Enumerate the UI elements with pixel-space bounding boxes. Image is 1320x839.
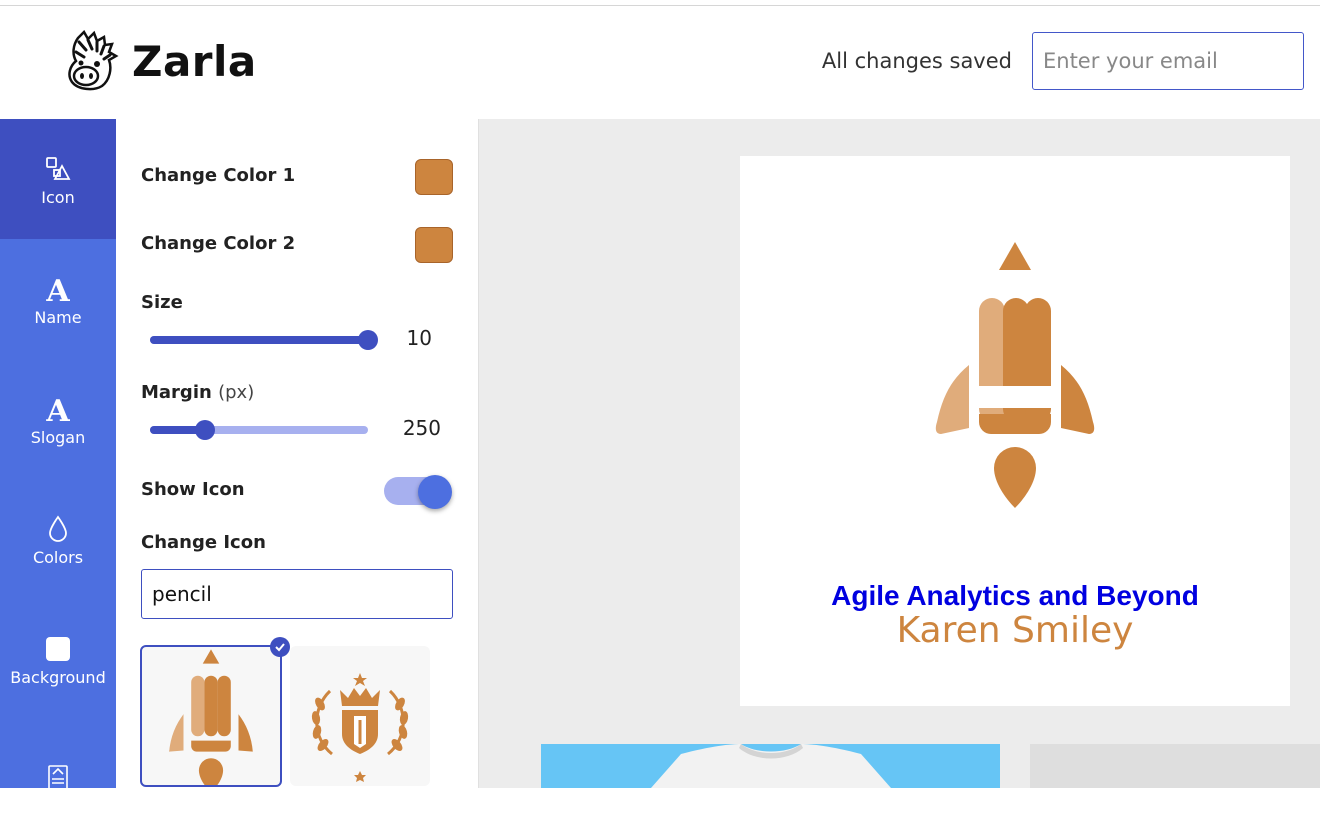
sidebar-item-label: Icon <box>41 187 75 207</box>
pencil-rocket-icon <box>935 242 1095 508</box>
brand-logo[interactable]: Zarla <box>64 30 257 92</box>
sidebar-item-label: Colors <box>32 547 84 567</box>
margin-value: 250 <box>402 416 441 440</box>
icon-result-pencil-rocket[interactable] <box>140 637 290 792</box>
zebra-logo-icon <box>68 30 119 91</box>
margin-slider[interactable] <box>150 420 368 440</box>
icon-search-input[interactable] <box>141 569 453 619</box>
brand-name: Zarla <box>132 36 257 86</box>
sidebar-item-background[interactable]: Background <box>0 599 116 719</box>
color2-label: Change Color 2 <box>141 233 296 254</box>
tshirt-icon <box>651 744 891 788</box>
sidebar-item-label: Background <box>10 667 106 687</box>
tshirt-mockup[interactable] <box>541 744 1000 788</box>
svg-text:A: A <box>45 274 70 304</box>
icon-settings-panel: Change Color 1 Change Color 2 Size 10 Ma… <box>116 119 479 792</box>
save-status: All changes saved <box>821 49 1012 73</box>
preview-slogan: Karen Smiley <box>896 610 1134 651</box>
laurel-crest-icon <box>311 673 409 782</box>
selected-check-icon <box>270 637 290 657</box>
logo-preview-card[interactable]: Agile Analytics and Beyond Karen Smiley <box>740 156 1290 706</box>
font-icon: A <box>44 392 72 426</box>
color2-swatch[interactable] <box>415 227 453 263</box>
sidebar-item-icon[interactable]: Icon <box>0 119 116 239</box>
sidebar-item-label: Name <box>34 307 82 327</box>
margin-label-text: Margin <box>141 382 212 403</box>
layout-icon <box>47 761 69 795</box>
color1-label: Change Color 1 <box>141 165 296 186</box>
size-slider[interactable] <box>150 330 378 350</box>
top-bar: Zarla All changes saved <box>0 6 1320 119</box>
preview-brand-name: Agile Analytics and Beyond <box>831 580 1199 611</box>
size-label: Size <box>141 292 183 313</box>
square-icon <box>45 632 71 666</box>
slider-fill <box>150 336 368 344</box>
size-value: 10 <box>406 326 432 350</box>
sidebar-item-label: Slogan <box>30 427 86 447</box>
pencil-rocket-icon <box>169 649 253 792</box>
droplet-icon <box>47 512 69 546</box>
sidebar-item-colors[interactable]: Colors <box>0 479 116 599</box>
slider-handle[interactable] <box>194 420 215 440</box>
margin-unit: (px) <box>218 382 255 403</box>
sidebar-item-name[interactable]: A Name <box>0 239 116 359</box>
email-input[interactable] <box>1032 32 1304 90</box>
font-icon: A <box>44 272 72 306</box>
change-icon-label: Change Icon <box>141 532 266 553</box>
mockup-preview-2[interactable] <box>1030 744 1320 788</box>
margin-label: Margin (px) <box>141 382 254 403</box>
svg-text:A: A <box>45 394 70 424</box>
toggle-knob[interactable] <box>418 475 452 509</box>
color1-swatch[interactable] <box>415 159 453 195</box>
show-icon-toggle[interactable] <box>384 475 452 509</box>
sidebar-item-slogan[interactable]: A Slogan <box>0 359 116 479</box>
preview-area: Agile Analytics and Beyond Karen Smiley <box>479 119 1320 788</box>
show-icon-label: Show Icon <box>141 479 245 500</box>
sidebar: Icon A Name A Slogan Colors Background <box>0 119 116 791</box>
shapes-icon <box>44 152 72 186</box>
sidebar-item-layout[interactable] <box>0 719 116 839</box>
icon-result-laurel-crest[interactable] <box>290 646 430 786</box>
